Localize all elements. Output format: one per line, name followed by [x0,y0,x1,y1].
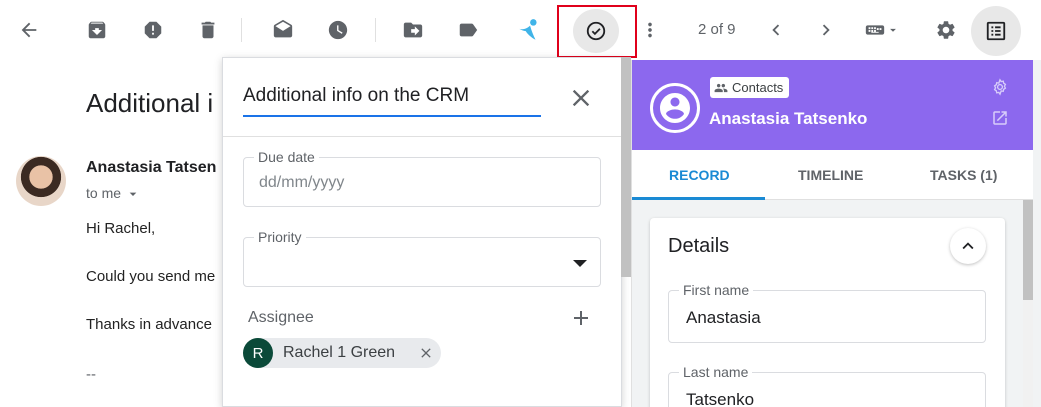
people-icon [714,83,728,92]
toolbar-divider [375,18,376,42]
snooze-icon[interactable] [318,10,358,50]
contact-avatar-icon [650,83,700,133]
chevron-left-icon[interactable] [756,10,796,50]
email-body-line: Could you send me [86,268,216,285]
last-name-value: Tatsenko [686,390,755,407]
priority-label: Priority [254,229,306,245]
first-name-label: First name [679,282,754,298]
scrollbar-thumb[interactable] [1023,200,1033,300]
label-icon[interactable] [448,10,488,50]
tab-timeline[interactable]: TIMELINE [798,167,863,183]
remove-assignee-icon[interactable] [418,345,434,361]
toolbar: 2 of 9 [0,0,1041,60]
priority-select[interactable]: Priority [243,229,601,287]
collapse-button[interactable] [950,228,986,264]
contact-name: Anastasia Tatsenko [709,109,868,128]
email-body-line: Thanks in advance [86,316,212,333]
keyboard-icon[interactable] [857,10,907,50]
active-tab-indicator [632,197,765,200]
contacts-badge: Contacts [710,77,790,98]
mark-unread-icon[interactable] [263,10,303,50]
settings-gear-icon[interactable] [991,78,1009,96]
dropdown-caret-icon [890,28,896,32]
task-popup: Additional info on the CRM Due date dd/m… [222,57,622,407]
highlight-box [557,5,637,58]
side-panel-toggle[interactable] [971,6,1021,56]
email-subject: Additional i [86,88,214,118]
archive-icon[interactable] [77,10,117,50]
close-icon[interactable] [567,84,595,112]
last-name-label: Last name [679,364,753,380]
open-in-new-icon[interactable] [991,109,1009,127]
recipient-toggle[interactable]: to me [86,185,141,202]
last-name-field[interactable]: Last name Tatsenko [668,364,986,407]
recipient-label: to me [86,185,122,201]
sender-name: Anastasia Tatsen [86,159,217,176]
move-to-icon[interactable] [393,10,433,50]
contacts-badge-label: Contacts [732,80,784,95]
chevron-down-icon [129,192,137,197]
details-title: Details [668,235,730,257]
crm-extension-icon[interactable] [509,10,549,50]
crm-side-panel: Contacts Anastasia Tatsenko RECORD TIMEL… [631,60,1041,407]
delete-icon[interactable] [188,10,228,50]
list-view-icon [985,20,1007,42]
toolbar-divider [241,18,242,42]
chevron-right-icon[interactable] [806,10,846,50]
assignee-avatar: R [243,338,273,368]
assignee-chip: R Rachel 1 Green [243,338,441,368]
assignee-label: Assignee [248,309,314,326]
pager-count: 2 of 9 [698,21,736,38]
dropdown-caret-icon [573,260,587,267]
report-spam-icon[interactable] [133,10,173,50]
chevron-up-icon [962,242,974,250]
more-vert-icon[interactable] [630,10,670,50]
settings-gear-icon[interactable] [926,10,966,50]
due-date-field[interactable]: Due date dd/mm/yyyy [243,149,601,207]
first-name-field[interactable]: First name Anastasia [668,282,986,343]
due-date-label: Due date [254,149,319,165]
contact-header: Contacts Anastasia Tatsenko [632,60,1033,150]
details-card: Details First name Anastasia Last name T… [650,218,1005,407]
due-date-placeholder: dd/mm/yyyy [259,174,345,191]
scrollbar-thumb[interactable] [621,57,631,277]
panel-tabs: RECORD TIMELINE TASKS (1) [632,150,1033,200]
task-title-input[interactable]: Additional info on the CRM [243,85,541,117]
first-name-value: Anastasia [686,308,761,327]
email-signature-separator: -- [86,366,96,383]
tab-tasks[interactable]: TASKS (1) [930,167,997,183]
back-arrow-icon[interactable] [9,10,49,50]
sender-avatar[interactable] [16,156,66,206]
add-assignee-icon[interactable] [569,306,591,328]
assignee-name: Rachel 1 Green [283,344,396,361]
popup-divider [223,136,621,137]
tab-record[interactable]: RECORD [669,167,730,183]
panel-scrollbar[interactable] [1023,200,1033,407]
email-body-line: Hi Rachel, [86,220,156,237]
